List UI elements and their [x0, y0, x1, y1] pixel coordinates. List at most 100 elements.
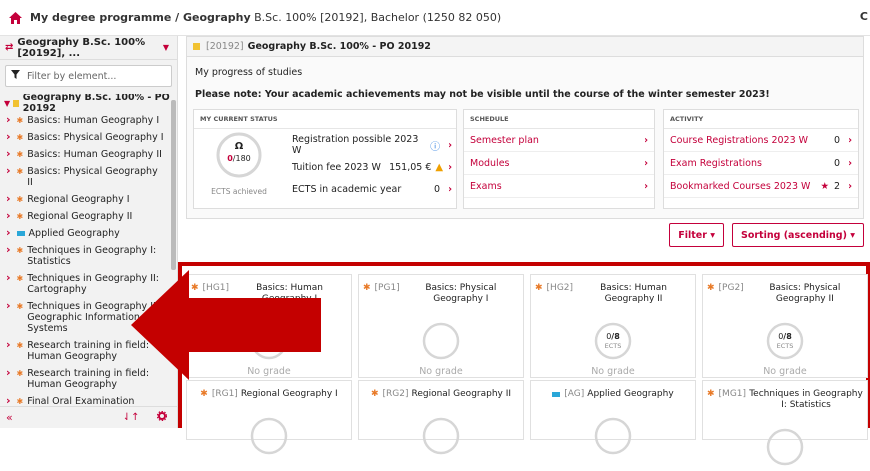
sidebar-footer: « ⇃↑: [0, 406, 178, 428]
chevron-right-icon[interactable]: ›: [6, 114, 11, 125]
grade-label: No grade: [419, 366, 463, 377]
chevron-right-icon[interactable]: ›: [6, 395, 11, 406]
module-card[interactable]: ✱ [PG1] Basics: Physical Geography I No gra…: [358, 274, 524, 378]
module-type-dot-icon: ✱: [16, 397, 24, 406]
module-card[interactable]: ✱ [RG2] Regional Geography II: [358, 380, 524, 455]
module-type-dot-icon: ✱: [16, 341, 24, 350]
schedule-label: Semester plan: [470, 134, 539, 146]
tree-root[interactable]: ▼ Geography B.Sc. 100% - PO 20192: [0, 94, 170, 114]
star-icon: ★: [820, 180, 830, 192]
chevron-right-icon[interactable]: ›: [6, 148, 11, 159]
schedule-semester-plan[interactable]: Semester plan ›: [464, 129, 654, 152]
chevron-right-icon[interactable]: ›: [6, 272, 11, 283]
module-type-dot-icon: ✱: [363, 283, 371, 293]
notice-text: Please note: Your academic achievements …: [195, 89, 770, 100]
ects-progress: 0/8: [593, 333, 633, 341]
module-type-dot-icon: ✱: [16, 195, 24, 204]
module-card[interactable]: ✱ [HG2] Basics: Human Geography II 0/8 ECTS N…: [530, 274, 696, 378]
status-row-tuition: Tuition fee 2023 W 151,05 € ▲ ›: [292, 156, 452, 178]
tree-item[interactable]: › ✱ Basics: Physical Geography I: [0, 129, 170, 146]
chevron-right-icon[interactable]: ›: [448, 184, 452, 195]
module-card-header: [AG] Applied Geography: [531, 389, 695, 400]
activity-heading: ACTIVITY: [664, 110, 858, 129]
module-card-header: ✱ [RG1] Regional Geography I: [187, 389, 351, 400]
sorting-button[interactable]: Sorting (ascending) ▾: [731, 223, 864, 247]
module-card[interactable]: ✱ [PG2] Basics: Physical Geography II 0/8 EC…: [702, 274, 868, 378]
module-type-dot-icon: ✱: [16, 150, 24, 159]
chevron-right-icon[interactable]: ›: [6, 227, 11, 238]
activity-count: 0: [834, 157, 841, 169]
chevron-right-icon[interactable]: ›: [6, 193, 11, 204]
gear-icon[interactable]: [156, 410, 167, 424]
module-type-dot-icon: ✱: [16, 133, 24, 142]
program-select[interactable]: ⇄ Geography B.Sc. 100% [20192], ... ▼: [0, 36, 177, 60]
tree-item[interactable]: › ✱ Basics: Physical Geography II: [0, 163, 170, 191]
module-code: [AG]: [564, 389, 585, 399]
module-card-header: ✱ [MG1] Techniques in Geography I: Statist…: [703, 389, 867, 411]
tree-item-label: Basics: Human Geography I: [27, 115, 160, 126]
scrollbar-thumb[interactable]: [171, 100, 176, 270]
tree-item[interactable]: › ✱ Final Oral Examination: [0, 393, 170, 406]
collapse-icon[interactable]: «: [6, 411, 13, 424]
tree-item[interactable]: › ✱ Regional Geography I: [0, 191, 170, 208]
breadcrumb-detail: B.Sc. 100% [20192], Bachelor (1250 82 05…: [250, 11, 502, 24]
panel-header: [20192] Geography B.Sc. 100% - PO 20192: [187, 37, 863, 57]
module-code: [PG1]: [374, 283, 400, 293]
module-type-dot-icon: ✱: [16, 369, 24, 378]
module-card[interactable]: ✱ [RG1] Regional Geography I: [186, 380, 352, 455]
chevron-right-icon[interactable]: ›: [6, 165, 11, 176]
module-type-bar-icon: [552, 392, 561, 397]
activity-bookmarked-courses[interactable]: Bookmarked Courses 2023 W ★ 2 ›: [664, 175, 858, 198]
sort-icon[interactable]: ⇃↑: [123, 412, 140, 423]
activity-box: ACTIVITY Course Registrations 2023 W 0 › E…: [663, 109, 859, 209]
module-title: Basics: Human Geography II: [600, 283, 667, 304]
schedule-modules[interactable]: Modules ›: [464, 152, 654, 175]
program-select-label: Geography B.Sc. 100% [20192], ...: [17, 36, 146, 59]
chevron-right-icon[interactable]: ›: [6, 131, 11, 142]
grade-label: No grade: [591, 366, 635, 377]
module-card[interactable]: [AG] Applied Geography: [530, 380, 696, 455]
module-card-header: ✱ [RG2] Regional Geography II: [359, 389, 523, 400]
schedule-exams[interactable]: Exams ›: [464, 175, 654, 198]
schedule-heading: SCHEDULE: [464, 110, 654, 129]
activity-exam-registrations[interactable]: Exam Registrations 0 ›: [664, 152, 858, 175]
module-type-dot-icon: ✱: [16, 302, 24, 311]
schedule-label: Exams: [470, 180, 502, 192]
module-type-dot-icon: ✱: [707, 389, 715, 399]
tree-item[interactable]: › ✱ Techniques in Geography I: Statistics: [0, 242, 170, 270]
progress-panel: [20192] Geography B.Sc. 100% - PO 20192 …: [186, 36, 864, 219]
chevron-right-icon[interactable]: ›: [6, 367, 11, 378]
schedule-box: SCHEDULE Semester plan › Modules › Exams ›: [463, 109, 655, 209]
help-icon[interactable]: ⓘ: [430, 138, 440, 153]
home-icon[interactable]: [0, 0, 30, 36]
breadcrumb-prefix[interactable]: My degree programme /: [30, 11, 183, 24]
tree-item[interactable]: › ✱ Regional Geography II: [0, 208, 170, 225]
chevron-right-icon[interactable]: ›: [6, 244, 11, 255]
module-code: [MG1]: [718, 389, 747, 399]
filter-input[interactable]: Filter by element...: [5, 65, 172, 87]
tree-item-label: Regional Geography I: [27, 194, 130, 205]
chevron-right-icon[interactable]: ›: [6, 339, 11, 350]
chevron-right-icon[interactable]: ›: [6, 210, 11, 221]
ects-caption: ECTS achieved: [211, 187, 267, 196]
activity-label: Course Registrations 2023 W: [670, 134, 809, 146]
tree-item[interactable]: › ✱ Basics: Human Geography I: [0, 112, 170, 129]
top-bar: My degree programme / Geography B.Sc. 10…: [0, 0, 870, 36]
breadcrumb-current: Geography: [182, 11, 251, 24]
chevron-right-icon[interactable]: ›: [448, 140, 452, 151]
filter-button[interactable]: Filter ▾: [669, 223, 724, 247]
ects-total: /8: [611, 332, 620, 341]
tree-item[interactable]: › ✱ Basics: Human Geography II: [0, 146, 170, 163]
chevron-right-icon[interactable]: ›: [448, 162, 452, 173]
activity-course-registrations[interactable]: Course Registrations 2023 W 0 ›: [664, 129, 858, 152]
chevron-down-icon: ▼: [162, 43, 169, 52]
module-card-header: ✱ [HG2] Basics: Human Geography II: [531, 283, 695, 305]
module-card[interactable]: ✱ [MG1] Techniques in Geography I: Statist…: [702, 380, 868, 466]
ects-total: /8: [783, 332, 792, 341]
chevron-right-icon: ›: [848, 157, 852, 169]
chevron-right-icon[interactable]: ›: [6, 300, 11, 311]
module-code: [RG1]: [211, 389, 238, 399]
ects-ring: [765, 427, 805, 467]
module-code: [PG2]: [718, 283, 744, 293]
tree-item[interactable]: › Applied Geography: [0, 225, 170, 242]
